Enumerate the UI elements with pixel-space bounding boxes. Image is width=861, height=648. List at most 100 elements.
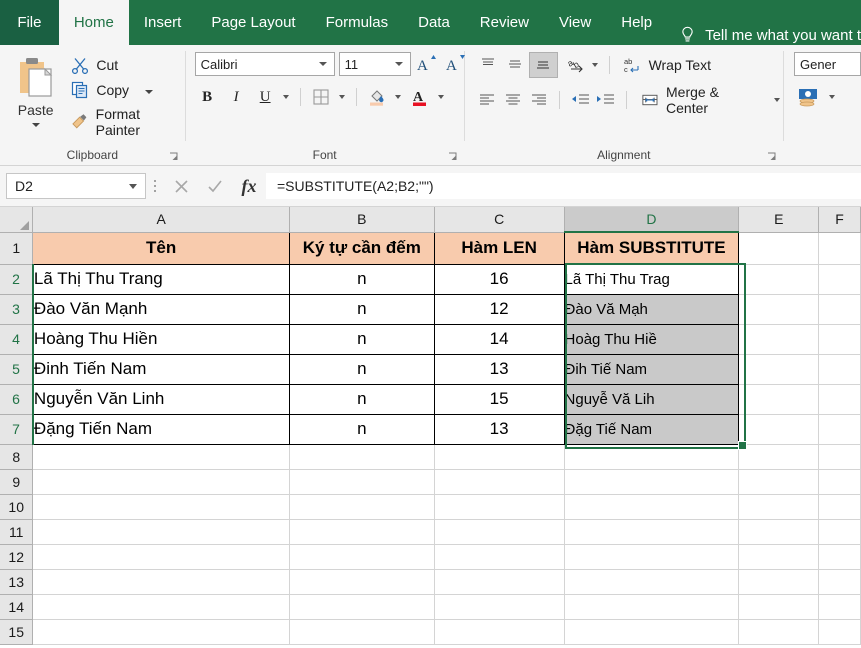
copy-dropdown-caret[interactable] <box>145 90 153 94</box>
cell-b12[interactable] <box>289 544 434 569</box>
row-header-5[interactable]: 5 <box>0 354 33 384</box>
cell-d2[interactable]: Lã Thị Thu Trag <box>564 264 739 294</box>
cell-f8[interactable] <box>819 444 861 469</box>
cell-d10[interactable] <box>564 494 739 519</box>
row-header-14[interactable]: 14 <box>0 594 33 619</box>
cell-b3[interactable]: n <box>289 294 434 324</box>
cell-a6[interactable]: Nguyễn Văn Linh <box>33 384 289 414</box>
cell-d7[interactable]: Đặg Tiế Nam <box>564 414 739 444</box>
borders-button[interactable] <box>309 85 334 109</box>
cell-a15[interactable] <box>33 619 289 644</box>
cell-b5[interactable]: n <box>289 354 434 384</box>
select-all-corner[interactable] <box>0 207 33 232</box>
merge-center-button[interactable]: Merge & Center <box>641 84 783 116</box>
paste-dropdown-caret[interactable] <box>32 123 40 127</box>
cell-a2[interactable]: Lã Thị Thu Trang <box>33 264 289 294</box>
alignment-dialog-launcher-icon[interactable] <box>767 152 777 162</box>
cell-b9[interactable] <box>289 469 434 494</box>
cell-c8[interactable] <box>434 444 564 469</box>
borders-dropdown-caret[interactable] <box>339 95 345 99</box>
cell-e10[interactable] <box>739 494 819 519</box>
cell-d8[interactable] <box>564 444 739 469</box>
cell-b10[interactable] <box>289 494 434 519</box>
cell-e3[interactable] <box>739 294 819 324</box>
bold-button[interactable]: B <box>195 85 220 109</box>
cell-a10[interactable] <box>33 494 289 519</box>
column-header-b[interactable]: B <box>289 207 434 232</box>
cell-a3[interactable]: Đào Văn Mạnh <box>33 294 289 324</box>
underline-dropdown-caret[interactable] <box>283 95 289 99</box>
cell-f13[interactable] <box>819 569 861 594</box>
cell-c1[interactable]: Hàm LEN <box>434 232 564 264</box>
fill-color-button[interactable] <box>365 85 390 109</box>
cell-f2[interactable] <box>819 264 861 294</box>
cell-f15[interactable] <box>819 619 861 644</box>
cell-b7[interactable]: n <box>289 414 434 444</box>
column-header-a[interactable]: A <box>33 207 289 232</box>
font-name-caret[interactable] <box>319 62 327 66</box>
increase-indent-button[interactable] <box>592 88 618 112</box>
align-bottom-button[interactable] <box>529 52 558 78</box>
cell-b8[interactable] <box>289 444 434 469</box>
number-format-combo[interactable]: Gener <box>794 52 861 76</box>
font-color-button[interactable]: A <box>408 85 433 109</box>
merge-center-dropdown-caret[interactable] <box>774 98 780 102</box>
cancel-formula-button[interactable] <box>164 173 198 199</box>
cell-a7[interactable]: Đặng Tiến Nam <box>33 414 289 444</box>
cell-d5[interactable]: Đih Tiế Nam <box>564 354 739 384</box>
cell-f6[interactable] <box>819 384 861 414</box>
cell-e1[interactable] <box>739 232 819 264</box>
cell-e5[interactable] <box>739 354 819 384</box>
orientation-dropdown-caret[interactable] <box>592 63 598 67</box>
cell-f14[interactable] <box>819 594 861 619</box>
cell-b1[interactable]: Ký tự cần đếm <box>289 232 434 264</box>
row-header-12[interactable]: 12 <box>0 544 33 569</box>
spreadsheet-grid[interactable]: A B C D E F 1 Tên Ký tự cần đếm Hàm LEN … <box>0 207 861 648</box>
cell-f9[interactable] <box>819 469 861 494</box>
italic-button[interactable]: I <box>224 85 249 109</box>
column-header-f[interactable]: F <box>819 207 861 232</box>
cell-f1[interactable] <box>819 232 861 264</box>
cell-e15[interactable] <box>739 619 819 644</box>
cell-b11[interactable] <box>289 519 434 544</box>
cell-c4[interactable]: 14 <box>434 324 564 354</box>
formula-input[interactable]: =SUBSTITUTE(A2;B2;"") <box>266 173 861 199</box>
cell-c12[interactable] <box>434 544 564 569</box>
clipboard-dialog-launcher-icon[interactable] <box>169 152 179 162</box>
tab-review[interactable]: Review <box>465 0 544 45</box>
cell-d1[interactable]: Hàm SUBSTITUTE <box>564 232 739 264</box>
row-header-6[interactable]: 6 <box>0 384 33 414</box>
accounting-dropdown-caret[interactable] <box>829 95 835 99</box>
cell-a5[interactable]: Đinh Tiến Nam <box>33 354 289 384</box>
cell-f7[interactable] <box>819 414 861 444</box>
cell-b13[interactable] <box>289 569 434 594</box>
cell-c3[interactable]: 12 <box>434 294 564 324</box>
decrease-indent-button[interactable] <box>567 88 593 112</box>
align-left-button[interactable] <box>475 88 501 112</box>
cell-c14[interactable] <box>434 594 564 619</box>
cell-d15[interactable] <box>564 619 739 644</box>
tab-formulas[interactable]: Formulas <box>311 0 404 45</box>
insert-function-button[interactable]: fx <box>232 173 266 199</box>
cell-d11[interactable] <box>564 519 739 544</box>
cell-e4[interactable] <box>739 324 819 354</box>
cell-c7[interactable]: 13 <box>434 414 564 444</box>
copy-button[interactable]: Copy <box>71 81 184 99</box>
cell-e13[interactable] <box>739 569 819 594</box>
font-color-dropdown-caret[interactable] <box>438 95 444 99</box>
align-top-button[interactable] <box>475 53 502 77</box>
tab-help[interactable]: Help <box>606 0 667 45</box>
column-header-e[interactable]: E <box>739 207 819 232</box>
align-middle-button[interactable] <box>502 53 529 77</box>
cell-a13[interactable] <box>33 569 289 594</box>
cell-e7[interactable] <box>739 414 819 444</box>
cell-a4[interactable]: Hoàng Thu Hiền <box>33 324 289 354</box>
row-header-8[interactable]: 8 <box>0 444 33 469</box>
cell-f11[interactable] <box>819 519 861 544</box>
cell-a11[interactable] <box>33 519 289 544</box>
cell-d3[interactable]: Đào Vă Mạh <box>564 294 739 324</box>
cell-d14[interactable] <box>564 594 739 619</box>
fill-color-dropdown-caret[interactable] <box>395 95 401 99</box>
cell-c2[interactable]: 16 <box>434 264 564 294</box>
cell-f5[interactable] <box>819 354 861 384</box>
